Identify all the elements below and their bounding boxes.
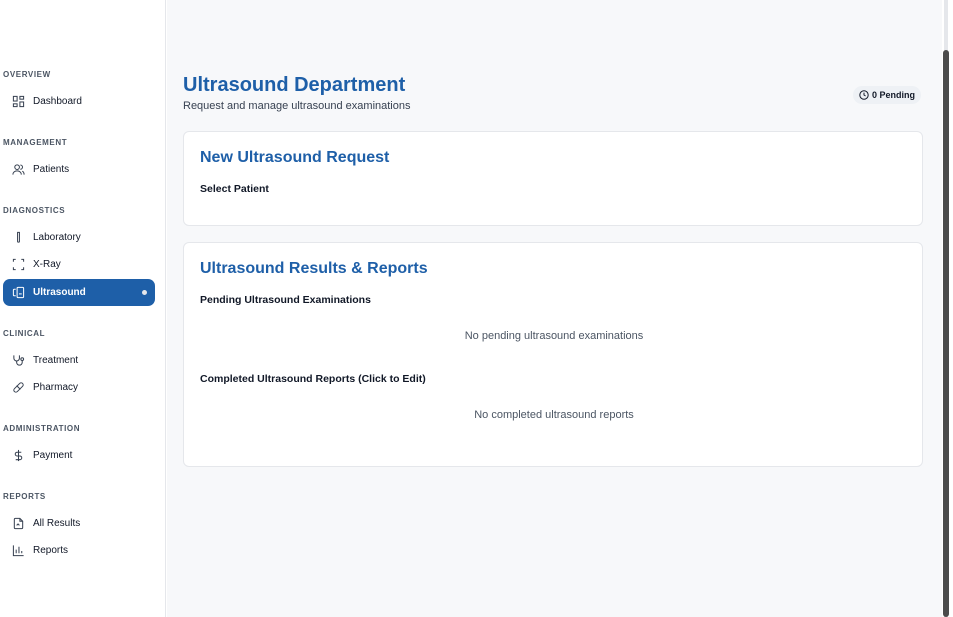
users-icon: [11, 163, 25, 177]
page-title: Ultrasound Department: [183, 74, 406, 96]
pill-icon: [11, 381, 25, 395]
sidebar-item-all-results[interactable]: All Results: [3, 510, 155, 537]
file-results-icon: [11, 517, 25, 531]
scrollbar-thumb[interactable]: [943, 50, 949, 617]
select-patient-label: Select Patient: [200, 183, 269, 195]
sidebar-item-xray[interactable]: X-Ray: [3, 251, 155, 278]
sidebar-item-label: Dashboard: [33, 96, 82, 107]
sidebar-item-label: All Results: [33, 518, 81, 529]
pending-badge-label: 0 Pending: [872, 90, 916, 100]
ultrasound-icon: [11, 286, 25, 300]
section-administration: ADMINISTRATION: [3, 424, 81, 433]
section-management: MANAGEMENT: [3, 138, 68, 147]
sidebar-item-ultrasound[interactable]: Ultrasound: [3, 279, 155, 306]
sidebar-item-label: Payment: [33, 450, 73, 461]
sidebar-item-patients[interactable]: Patients: [3, 156, 155, 183]
pending-empty-message: No pending ultrasound examinations: [464, 330, 644, 342]
pending-badge: 0 Pending: [853, 86, 922, 104]
bar-chart-icon: [11, 544, 25, 558]
sidebar: OVERVIEW Dashboard MANAGEMENT Patients D…: [0, 0, 166, 617]
section-diagnostics: DIAGNOSTICS: [3, 206, 66, 215]
sidebar-item-payment[interactable]: Payment: [3, 442, 155, 469]
results-title: Ultrasound Results & Reports: [200, 260, 428, 277]
app: OVERVIEW Dashboard MANAGEMENT Patients D…: [0, 0, 953, 617]
section-overview: OVERVIEW: [3, 70, 51, 79]
completed-empty-message: No completed ultrasound reports: [474, 409, 634, 421]
completed-reports-heading: Completed Ultrasound Reports (Click to E…: [200, 373, 426, 385]
sidebar-item-label: Pharmacy: [33, 382, 79, 393]
sidebar-item-laboratory[interactable]: Laboratory: [3, 224, 155, 251]
sidebar-item-pharmacy[interactable]: Pharmacy: [3, 374, 155, 401]
clock-icon: [859, 90, 869, 100]
sidebar-item-reports[interactable]: Reports: [3, 537, 155, 564]
sidebar-item-label: Patients: [33, 164, 70, 175]
sidebar-item-label: Laboratory: [33, 232, 81, 243]
sidebar-item-label: Reports: [33, 545, 69, 556]
sidebar-item-label: Treatment: [33, 355, 79, 366]
sidebar-item-label: X-Ray: [33, 259, 61, 270]
sidebar-item-label: Ultrasound: [33, 287, 86, 298]
results-card: Ultrasound Results & Reports Pending Ult…: [183, 242, 923, 467]
scan-icon: [11, 258, 25, 272]
stethoscope-icon: [11, 354, 25, 368]
dollar-icon: [11, 449, 25, 463]
sidebar-item-dashboard[interactable]: Dashboard: [3, 88, 155, 115]
dashboard-icon: [11, 95, 25, 109]
section-reports: REPORTS: [3, 492, 46, 501]
main-content: Ultrasound Department Request and manage…: [167, 0, 942, 617]
page-subtitle: Request and manage ultrasound examinatio…: [183, 100, 411, 112]
new-request-title: New Ultrasound Request: [200, 149, 390, 166]
test-tube-icon: [11, 231, 25, 245]
section-clinical: CLINICAL: [3, 329, 46, 338]
new-request-card: New Ultrasound Request Select Patient: [183, 131, 923, 226]
scrollbar[interactable]: [942, 0, 953, 617]
pending-exams-heading: Pending Ultrasound Examinations: [200, 294, 371, 306]
sidebar-item-treatment[interactable]: Treatment: [3, 347, 155, 374]
active-indicator: [142, 290, 147, 295]
